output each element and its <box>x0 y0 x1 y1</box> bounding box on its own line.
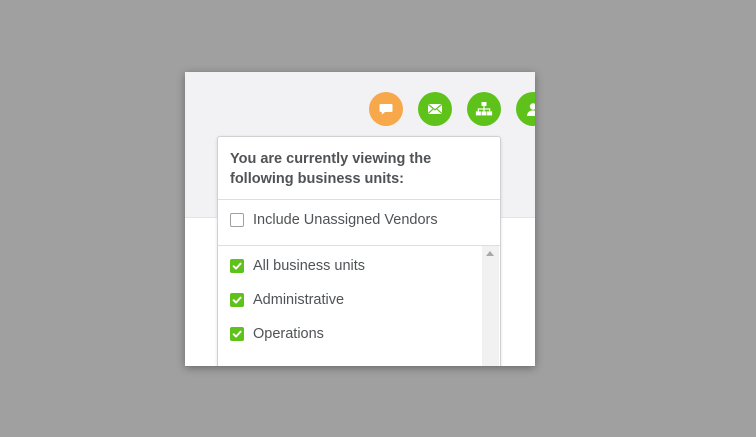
checkmark-icon <box>232 262 242 270</box>
business-unit-option-operations[interactable]: Operations <box>230 325 324 343</box>
business-units-dropdown: You are currently viewing the following … <box>217 136 501 366</box>
business-unit-option-all[interactable]: All business units <box>230 257 365 275</box>
scroll-up-arrow-icon[interactable] <box>486 251 494 256</box>
operations-checkbox[interactable] <box>230 327 244 341</box>
mail-button[interactable] <box>418 92 452 126</box>
window: You are currently viewing the following … <box>185 72 535 366</box>
business-unit-option-administrative[interactable]: Administrative <box>230 291 344 309</box>
checkmark-icon <box>232 296 242 304</box>
divider <box>218 245 500 246</box>
user-icon <box>527 103 535 116</box>
scrollbar[interactable] <box>482 246 499 366</box>
business-unit-label: All business units <box>253 258 366 274</box>
chat-button[interactable] <box>369 92 403 126</box>
dropdown-title: You are currently viewing the following … <box>230 151 432 187</box>
all-business-units-checkbox[interactable] <box>230 259 244 273</box>
divider <box>218 199 500 200</box>
business-unit-label: Administrative <box>253 292 345 308</box>
business-unit-label: Operations <box>253 326 324 342</box>
org-chart-button[interactable] <box>467 92 501 126</box>
administrative-checkbox[interactable] <box>230 293 244 307</box>
include-unassigned-label: Include Unassigned Vendors <box>253 212 438 228</box>
chat-icon <box>379 104 393 115</box>
mail-icon <box>427 103 443 115</box>
checkmark-icon <box>232 330 242 338</box>
user-button[interactable] <box>516 92 535 126</box>
include-unassigned-checkbox[interactable] <box>230 213 244 227</box>
include-unassigned-vendors-option[interactable]: Include Unassigned Vendors <box>230 211 438 229</box>
org-chart-icon <box>475 102 493 116</box>
